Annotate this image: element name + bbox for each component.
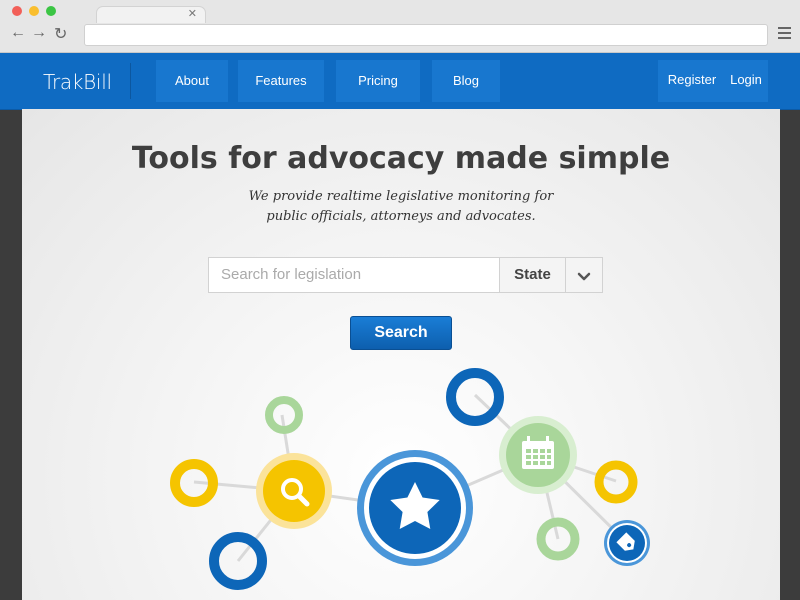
address-bar[interactable] [84, 24, 768, 46]
nav-item-about[interactable]: About [156, 60, 228, 102]
decor-ring-yellow [594, 460, 638, 504]
hamburger-menu-icon[interactable] [778, 27, 791, 40]
tag-node [604, 520, 650, 566]
hero-section: Tools for advocacy made simple We provid… [22, 109, 780, 600]
nav-item-blog[interactable]: Blog [432, 60, 500, 102]
nav-item-pricing[interactable]: Pricing [336, 60, 420, 102]
forward-arrow-icon[interactable]: → [31, 24, 47, 42]
brand-logo[interactable]: TrakBill [43, 70, 112, 94]
close-icon[interactable]: ✕ [188, 7, 197, 20]
register-link[interactable]: Register [658, 60, 726, 102]
network-illustration [170, 368, 650, 590]
back-arrow-icon[interactable]: ← [10, 24, 26, 42]
site-header: TrakBill About Features Pricing Blog Reg… [0, 53, 800, 110]
window-maximize-dot[interactable] [46, 6, 56, 16]
star-node [357, 450, 473, 566]
nav-item-features[interactable]: Features [238, 60, 324, 102]
window-close-dot[interactable] [12, 6, 22, 16]
reload-icon[interactable]: ↻ [54, 24, 67, 44]
brand-divider [130, 63, 131, 99]
browser-tab[interactable]: ✕ [96, 6, 206, 23]
login-link[interactable]: Login [724, 60, 768, 102]
browser-chrome: ✕ ← → ↻ [0, 0, 800, 53]
search-node [256, 453, 332, 529]
calendar-node [499, 416, 577, 494]
window-minimize-dot[interactable] [29, 6, 39, 16]
